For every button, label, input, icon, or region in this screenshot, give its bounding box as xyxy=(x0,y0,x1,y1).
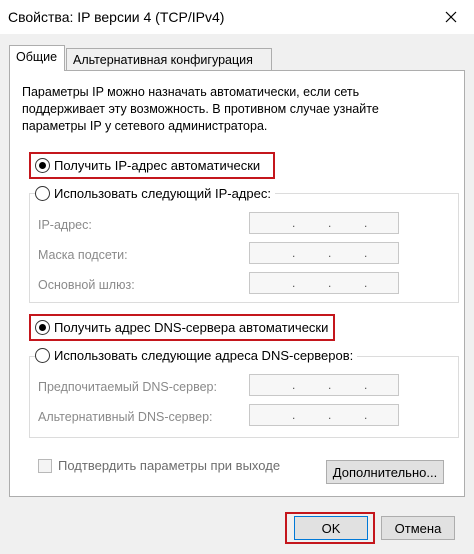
alternate-dns-field: ... xyxy=(249,404,399,426)
preferred-dns-field: ... xyxy=(249,374,399,396)
description-line: Параметры IP можно назначать автоматичес… xyxy=(22,85,360,99)
ip-manual-radio[interactable]: Использовать следующий IP-адрес: xyxy=(35,186,275,201)
window-title: Свойства: IP версии 4 (TCP/IPv4) xyxy=(8,9,225,25)
validate-on-exit-checkbox xyxy=(38,458,52,473)
alternate-dns-label: Альтернативный DNS-сервер: xyxy=(38,410,213,424)
ip-manual-label[interactable]: Использовать следующий IP-адрес: xyxy=(54,186,271,201)
subnet-mask-field: ... xyxy=(249,242,399,264)
radio-button-checked[interactable] xyxy=(35,158,50,173)
default-gateway-label: Основной шлюз: xyxy=(38,278,135,292)
validate-on-exit-checkbox-row: Подтвердить параметры при выходе xyxy=(38,458,280,473)
cancel-button[interactable]: Отмена xyxy=(381,516,455,540)
ok-button[interactable]: OK xyxy=(294,516,368,540)
dns-auto-label[interactable]: Получить адрес DNS-сервера автоматически xyxy=(54,320,328,335)
dns-manual-label[interactable]: Использовать следующие адреса DNS-сервер… xyxy=(54,348,353,363)
ip-address-field: ... xyxy=(249,212,399,234)
default-gateway-field: ... xyxy=(249,272,399,294)
ip-address-label: IP-адрес: xyxy=(38,218,92,232)
tab-general[interactable]: Общие xyxy=(9,45,65,71)
description-line: поддерживает эту возможность. В противно… xyxy=(22,102,379,116)
title-bar: Свойства: IP версии 4 (TCP/IPv4) xyxy=(0,0,474,34)
close-icon xyxy=(445,11,457,23)
dns-auto-radio[interactable]: Получить адрес DNS-сервера автоматически xyxy=(35,320,328,335)
radio-button-checked[interactable] xyxy=(35,320,50,335)
close-button[interactable] xyxy=(438,6,464,28)
advanced-button[interactable]: Дополнительно... xyxy=(326,460,444,484)
radio-button[interactable] xyxy=(35,186,50,201)
preferred-dns-label: Предпочитаемый DNS-сервер: xyxy=(38,380,217,394)
dns-manual-radio[interactable]: Использовать следующие адреса DNS-сервер… xyxy=(35,348,358,363)
radio-button[interactable] xyxy=(35,348,50,363)
ip-auto-radio[interactable]: Получить IP-адрес автоматически xyxy=(35,158,260,173)
subnet-mask-label: Маска подсети: xyxy=(38,248,128,262)
description-line: параметры IP у сетевого администратора. xyxy=(22,119,268,133)
validate-on-exit-label: Подтвердить параметры при выходе xyxy=(58,458,281,473)
tab-alternate-configuration[interactable]: Альтернативная конфигурация xyxy=(66,48,272,70)
ip-auto-label[interactable]: Получить IP-адрес автоматически xyxy=(54,158,260,173)
description-text: Параметры IP можно назначать автоматичес… xyxy=(22,84,462,135)
